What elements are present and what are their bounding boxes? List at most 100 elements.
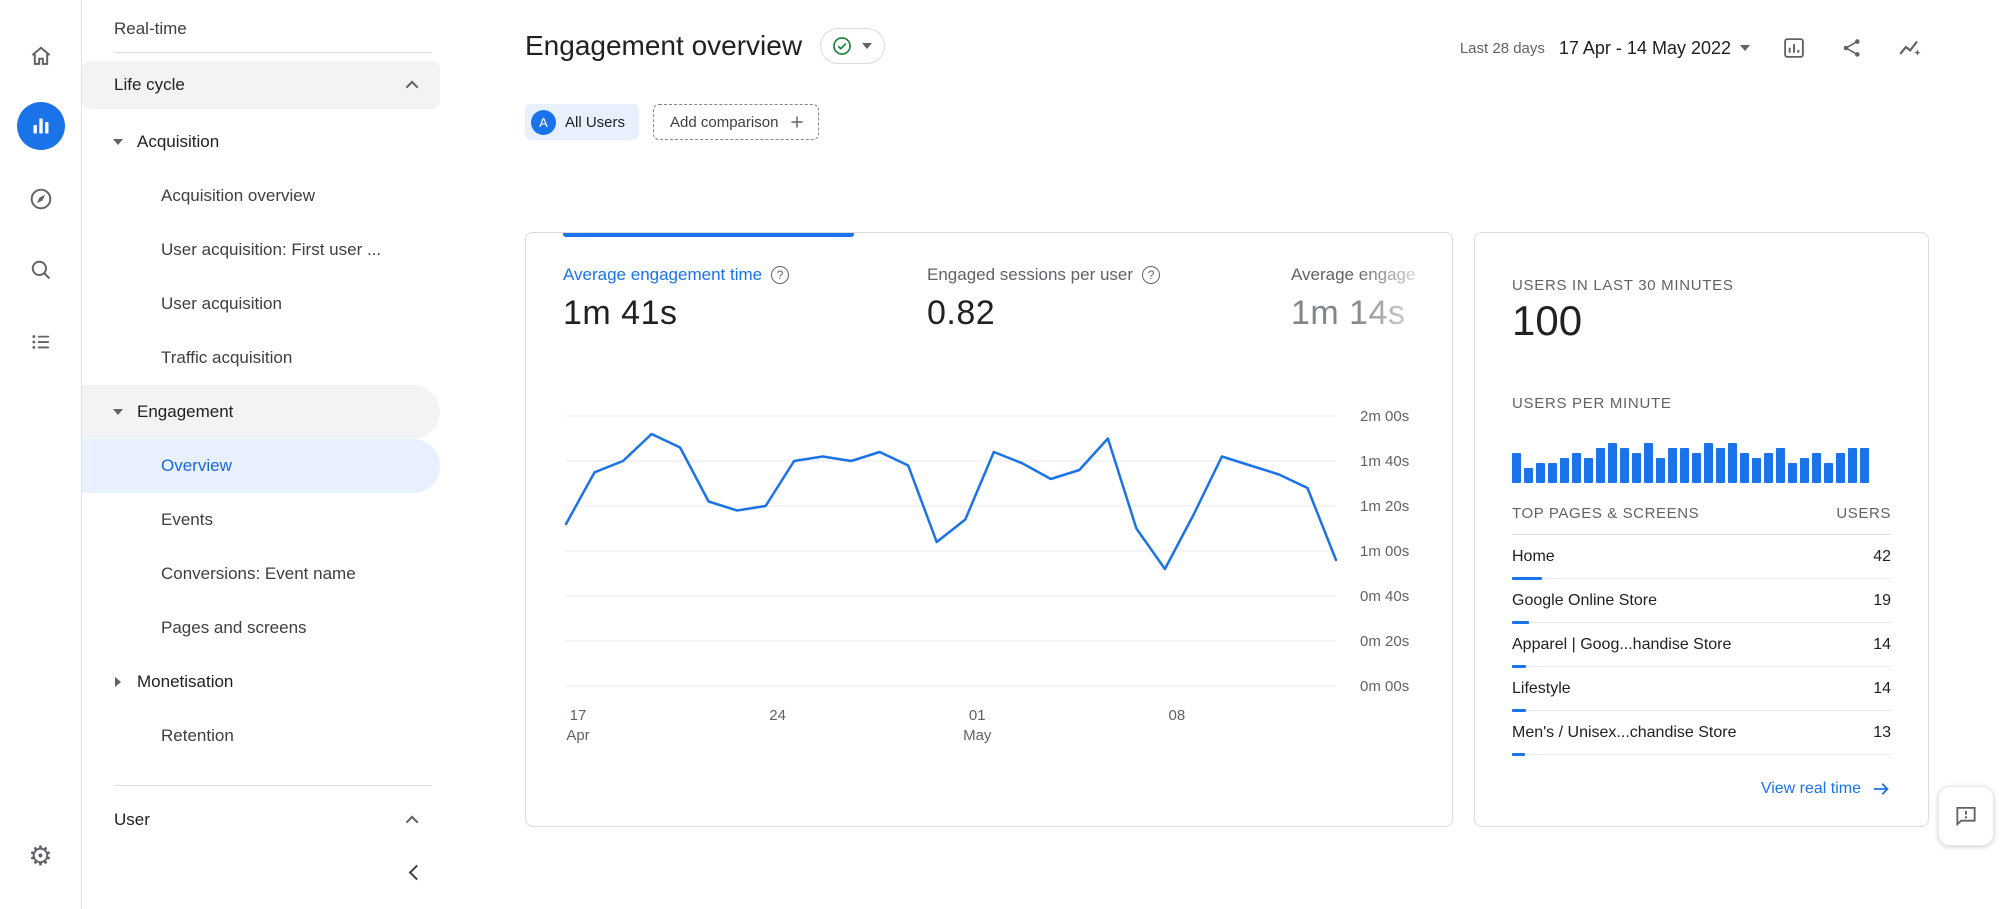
sidebar-item-monetisation[interactable]: Monetisation (82, 655, 448, 709)
sidebar-item-overview[interactable]: Overview (82, 439, 440, 493)
per-minute-bar (1512, 453, 1521, 483)
users-per-minute-chart (1512, 437, 1888, 483)
all-users-chip[interactable]: A All Users (525, 104, 639, 140)
home-icon[interactable] (26, 41, 56, 71)
sidebar-item-label: Monetisation (137, 672, 233, 692)
page-title: Engagement overview (525, 30, 802, 62)
per-minute-bar (1596, 448, 1605, 483)
date-preset-label: Last 28 days (1460, 40, 1545, 57)
sidebar-section-life-cycle[interactable]: Life cycle (82, 61, 440, 109)
x-axis-tick: Apr (566, 727, 589, 744)
top-page-row[interactable]: Apparel | Goog...handise Store 14 (1512, 623, 1891, 667)
comparison-label: All Users (565, 114, 625, 131)
y-axis-tick: 0m 20s (1360, 633, 1409, 650)
add-comparison-label: Add comparison (670, 114, 778, 131)
sidebar-divider (114, 52, 432, 53)
per-minute-bar (1620, 448, 1629, 483)
app-icon-rail: ⚙ (0, 0, 82, 909)
help-icon[interactable]: ? (1142, 266, 1160, 284)
sidebar-item-acquisition-overview[interactable]: Acquisition overview (82, 169, 448, 223)
sidebar-item-label: Engagement (137, 402, 233, 422)
insights-icon[interactable] (1896, 34, 1924, 62)
sidebar-item-traffic-acquisition[interactable]: Traffic acquisition (82, 331, 448, 385)
engagement-line-chart[interactable]: 2m 00s1m 40s1m 20s1m 00s0m 40s0m 20s0m 0… (546, 393, 1434, 763)
explore-icon[interactable] (26, 184, 56, 214)
sidebar-item-engagement[interactable]: Engagement (82, 385, 440, 439)
per-minute-bar (1788, 463, 1797, 483)
per-minute-bar (1572, 453, 1581, 483)
sidebar-item-real-time[interactable]: Real-time (82, 6, 448, 52)
comparison-chips: A All Users Add comparison (525, 104, 819, 140)
page-users-count: 14 (1873, 680, 1891, 698)
engagement-chart-card: Average engagement time?1m 41sEngaged se… (525, 232, 1453, 827)
per-minute-bar (1824, 463, 1833, 483)
y-axis-tick: 0m 00s (1360, 678, 1409, 695)
page-name: Apparel | Goog...handise Store (1512, 636, 1743, 654)
view-real-time-label: View real time (1761, 780, 1861, 798)
report-status-dropdown[interactable] (820, 28, 885, 64)
per-minute-bar (1584, 458, 1593, 483)
sidebar-item-acquisition[interactable]: Acquisition (82, 115, 448, 169)
page-users-count: 14 (1873, 636, 1891, 654)
comparison-avatar: A (531, 110, 556, 135)
report-sidebar: Real-time Life cycle Acquisition Acquisit… (82, 0, 448, 909)
per-minute-bar (1860, 448, 1869, 483)
chevron-left-icon (408, 864, 424, 880)
chevron-down-icon (1740, 45, 1750, 51)
settings-gear-icon[interactable]: ⚙ (26, 841, 56, 871)
share-icon[interactable] (1838, 34, 1866, 62)
configure-icon[interactable] (26, 327, 56, 357)
per-minute-bar (1608, 443, 1617, 483)
per-minute-bar (1800, 458, 1809, 483)
sidebar-item-label: Conversions: Event name (161, 564, 356, 584)
top-page-row[interactable]: Google Online Store19 (1512, 579, 1891, 623)
metric-tab-average-engage[interactable]: Average engage1m 14s (1291, 265, 1452, 333)
top-page-row[interactable]: Home42 (1512, 535, 1891, 579)
sidebar-item-events[interactable]: Events (82, 493, 448, 547)
sidebar-item-label: Events (161, 510, 213, 530)
top-pages-col-label: TOP PAGES & SCREENS (1512, 505, 1699, 522)
section-label: User (114, 810, 150, 830)
per-minute-bar (1644, 443, 1653, 483)
sidebar-item-retention[interactable]: Retention (82, 709, 448, 763)
date-range-selector[interactable]: 17 Apr - 14 May 2022 (1559, 38, 1750, 59)
sidebar-item-pages-and-screens[interactable]: Pages and screens (82, 601, 448, 655)
page-name: Lifestyle (1512, 680, 1583, 698)
sidebar-section-user[interactable]: User (82, 796, 440, 844)
collapse-sidebar-button[interactable] (400, 856, 432, 888)
sidebar-item-conversions-event-name[interactable]: Conversions: Event name (82, 547, 448, 601)
metric-label: Engaged sessions per user? (927, 265, 1291, 285)
reports-icon[interactable] (17, 102, 65, 150)
metric-tab-average-engagement-time[interactable]: Average engagement time?1m 41s (563, 265, 927, 333)
collapse-arrow-icon[interactable] (112, 406, 124, 418)
expand-arrow-icon[interactable] (112, 676, 124, 688)
top-pages-table: Home42Google Online Store19Apparel | Goo… (1512, 534, 1891, 755)
per-minute-bar (1812, 453, 1821, 483)
top-page-row[interactable]: Men's / Unisex...chandise Store13 (1512, 711, 1891, 755)
metric-tabs: Average engagement time?1m 41sEngaged se… (563, 265, 1452, 333)
section-label: Life cycle (114, 75, 185, 95)
per-minute-bar (1776, 448, 1785, 483)
metric-tab-engaged-sessions-per-user[interactable]: Engaged sessions per user?0.82 (927, 265, 1291, 333)
customize-report-icon[interactable] (1780, 34, 1808, 62)
advertising-icon[interactable] (26, 255, 56, 285)
per-minute-bar (1740, 453, 1749, 483)
metric-label: Average engagement time? (563, 265, 927, 285)
feedback-button[interactable] (1938, 786, 1994, 846)
metric-value: 1m 14s (1291, 294, 1452, 333)
per-minute-bar (1548, 463, 1557, 483)
sidebar-item-user-acquisition-first-user[interactable]: User acquisition: First user ... (82, 223, 448, 277)
per-minute-bar (1848, 448, 1857, 483)
help-icon[interactable]: ? (771, 266, 789, 284)
page-header: Engagement overview (525, 28, 885, 64)
top-page-row[interactable]: Lifestyle 14 (1512, 667, 1891, 711)
per-minute-bar (1752, 458, 1761, 483)
sidebar-item-user-acquisition[interactable]: User acquisition (82, 277, 448, 331)
sidebar-item-label: Acquisition (137, 132, 219, 152)
view-real-time-link[interactable]: View real time (1761, 779, 1891, 799)
sidebar-item-label: Acquisition overview (161, 186, 315, 206)
add-comparison-button[interactable]: Add comparison (653, 104, 819, 140)
x-axis-tick: 08 (1169, 707, 1186, 724)
collapse-arrow-icon[interactable] (112, 136, 124, 148)
sidebar-item-label: Overview (161, 456, 232, 476)
